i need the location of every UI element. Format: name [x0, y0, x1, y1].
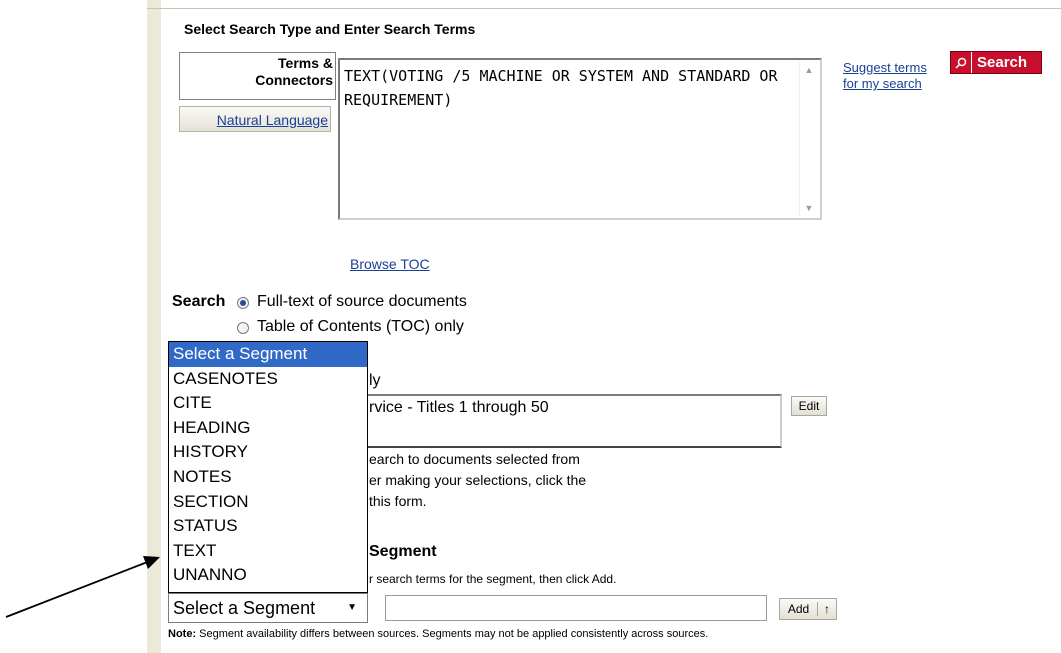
left-border: [147, 0, 161, 653]
tab-natural-language[interactable]: Natural Language: [179, 106, 331, 132]
suggest-line2: for my search: [843, 76, 922, 91]
dropdown-option[interactable]: UNANNO: [169, 563, 367, 588]
radio-toc-only-label: Table of Contents (TOC) only: [257, 318, 464, 335]
search-button-label: Search: [977, 54, 1028, 71]
help-line-1: earch to documents selected from: [369, 451, 580, 467]
segment-help-text: r search terms for the segment, then cli…: [369, 572, 617, 586]
dropdown-option[interactable]: HISTORY: [169, 440, 367, 465]
segment-terms-input[interactable]: [385, 595, 767, 621]
up-arrow-icon[interactable]: ↑: [818, 602, 836, 616]
segment-select-value: Select a Segment: [173, 598, 316, 618]
radio-full-text[interactable]: [237, 297, 249, 309]
tab-label-line1: Terms &: [278, 55, 333, 71]
query-text: TEXT(VOTING /5 MACHINE OR SYSTEM AND STA…: [344, 67, 787, 109]
segment-dropdown-list[interactable]: Select a Segment CASENOTES CITE HEADING …: [168, 341, 368, 593]
help-line-2: er making your selections, click the: [369, 472, 587, 488]
add-segment-heading: Segment: [369, 543, 437, 560]
selected-source-text: rvice - Titles 1 through 50: [369, 399, 549, 416]
dropdown-option[interactable]: STATUS: [169, 514, 367, 539]
search-button[interactable]: Search: [950, 51, 1042, 74]
obscured-text-ly: ly: [369, 372, 381, 389]
search-icon: [951, 52, 972, 73]
dropdown-option[interactable]: CITE: [169, 391, 367, 416]
add-button-label: Add: [780, 602, 818, 616]
dropdown-option[interactable]: CASENOTES: [169, 367, 367, 392]
tab-label-line2: Connectors: [255, 72, 333, 88]
note-label: Note:: [168, 628, 197, 640]
help-line-3: this form.: [369, 493, 427, 509]
segment-note: Note: Segment availability differs betwe…: [168, 628, 708, 640]
scroll-up-icon[interactable]: ▲: [800, 62, 818, 78]
tab-terms-connectors[interactable]: Terms & Connectors: [179, 52, 336, 100]
suggest-terms-link[interactable]: Suggest terms for my search: [843, 60, 929, 92]
browse-toc-link[interactable]: Browse TOC: [350, 256, 430, 272]
dropdown-option[interactable]: TEXT: [169, 539, 367, 564]
query-textarea[interactable]: TEXT(VOTING /5 MACHINE OR SYSTEM AND STA…: [338, 58, 822, 220]
suggest-line1: Suggest terms: [843, 60, 927, 75]
dropdown-option[interactable]: HEADING: [169, 416, 367, 441]
tab-terms-connectors-label: Terms & Connectors: [255, 55, 333, 89]
chevron-down-icon: ▼: [347, 602, 357, 613]
dropdown-option[interactable]: NOTES: [169, 465, 367, 490]
scroll-down-icon[interactable]: ▼: [800, 200, 818, 216]
dropdown-option[interactable]: Select a Segment: [169, 342, 367, 367]
radio-full-text-label: Full-text of source documents: [257, 293, 467, 310]
page-title: Select Search Type and Enter Search Term…: [184, 21, 476, 37]
segment-select[interactable]: Select a Segment ▼: [168, 593, 368, 623]
query-scrollbar[interactable]: ▲ ▼: [799, 62, 818, 216]
dropdown-option[interactable]: SECTION: [169, 490, 367, 515]
search-scope-label: Search: [172, 293, 226, 310]
note-text: Segment availability differs between sou…: [196, 628, 709, 640]
add-segment-button[interactable]: Add ↑: [779, 598, 837, 620]
edit-button[interactable]: Edit: [791, 396, 827, 416]
radio-toc-only[interactable]: [237, 322, 249, 334]
